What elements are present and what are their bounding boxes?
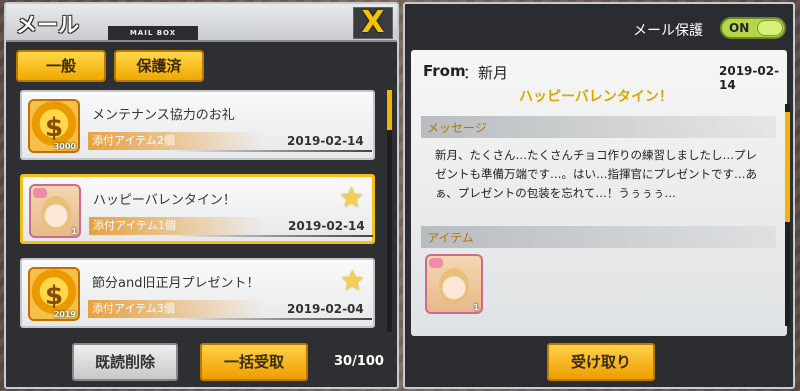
- mail-date: 2019-02-14: [288, 219, 365, 233]
- character-portrait-icon: 1: [29, 184, 81, 238]
- toggle-label: ON: [729, 21, 750, 35]
- attachment-label: 添付アイテム2個: [88, 132, 263, 150]
- mail-title: 節分and旧正月プレゼント！: [92, 276, 260, 291]
- toggle-knob: [757, 20, 783, 36]
- mail-list-panel: メール MAIL BOX X 一般 保護済 $ 3000 メンテナンス協力のお礼…: [4, 2, 399, 389]
- tab-general[interactable]: 一般: [16, 50, 106, 82]
- coin-emblem: $: [45, 281, 64, 311]
- attachment-label: 添付アイテム3個: [88, 300, 263, 318]
- message-card: From ：新月 2019-02-14 ハッピーバレンタイン！ メッセージ 新月…: [411, 50, 787, 336]
- mail-protect-label: メール保護: [633, 23, 703, 39]
- delete-read-button[interactable]: 既読削除: [72, 343, 178, 381]
- receive-button[interactable]: 受け取り: [547, 343, 655, 381]
- message-date: 2019-02-14: [719, 64, 780, 92]
- section-label: アイテム: [427, 231, 474, 245]
- star-icon: ★: [339, 264, 365, 297]
- mail-item[interactable]: $ 2019 節分and旧正月プレゼント！ 添付アイテム3個 2019-02-0…: [20, 258, 375, 328]
- divider: [172, 150, 372, 152]
- scrollbar-thumb[interactable]: [785, 112, 790, 222]
- scrollbar-thumb[interactable]: [387, 90, 392, 130]
- message-scrollbar[interactable]: [785, 104, 790, 326]
- character-bow: [429, 258, 443, 268]
- message-section-header: メッセージ: [421, 116, 776, 138]
- item-count: 3000: [53, 142, 76, 151]
- mail-list-scrollbar[interactable]: [387, 90, 392, 332]
- close-icon: X: [361, 5, 385, 40]
- attachment-label: 添付アイテム1個: [89, 217, 264, 235]
- gold-coin-icon: $ 2019: [28, 267, 80, 321]
- gold-coin-icon: $ 3000: [28, 99, 80, 153]
- mail-item[interactable]: $ 3000 メンテナンス協力のお礼 添付アイテム2個 2019-02-14: [20, 90, 375, 160]
- mail-protect-toggle[interactable]: ON: [720, 17, 786, 39]
- section-label: メッセージ: [427, 121, 487, 135]
- mail-date: 2019-02-14: [287, 134, 364, 148]
- item-count: 2019: [53, 310, 76, 319]
- close-button[interactable]: X: [353, 7, 393, 39]
- receive-all-button[interactable]: 一括受取: [200, 343, 308, 381]
- character-face: [439, 268, 469, 304]
- title-bar: メール MAIL BOX X: [6, 4, 397, 42]
- mail-detail-panel: メール保護 ON From ：新月 2019-02-14 ハッピーバレンタイン！…: [403, 2, 795, 389]
- tab-protected[interactable]: 保護済: [114, 50, 204, 82]
- item-count: 1: [71, 227, 77, 236]
- message-body: 新月、たくさん…たくさんチョコ作りの練習しましたし…プレゼントも準備万端です…。…: [435, 148, 757, 200]
- coin-emblem: $: [45, 113, 64, 143]
- mailbox-tag: MAIL BOX: [108, 26, 198, 40]
- from-label: From: [423, 62, 466, 80]
- item-count: 1: [473, 303, 479, 312]
- mail-count: 30/100: [334, 354, 384, 369]
- mail-item-selected[interactable]: 1 ハッピーバレンタイン！ 添付アイテム1個 2019-02-14 ★: [20, 174, 375, 244]
- mail-date: 2019-02-04: [287, 302, 364, 316]
- sender-name: ：新月: [463, 64, 509, 82]
- mail-title: ハッピーバレンタイン！: [93, 193, 236, 208]
- character-bow: [33, 188, 47, 198]
- star-icon: ★: [338, 181, 364, 214]
- divider: [173, 235, 373, 237]
- divider: [172, 318, 372, 320]
- items-section-header: アイテム: [421, 226, 776, 248]
- mail-title: メンテナンス協力のお礼: [92, 108, 235, 123]
- character-portrait-icon[interactable]: 1: [425, 254, 483, 314]
- character-face: [41, 196, 71, 232]
- message-subject: ハッピーバレンタイン！: [519, 89, 673, 105]
- panel-title: メール: [16, 13, 79, 37]
